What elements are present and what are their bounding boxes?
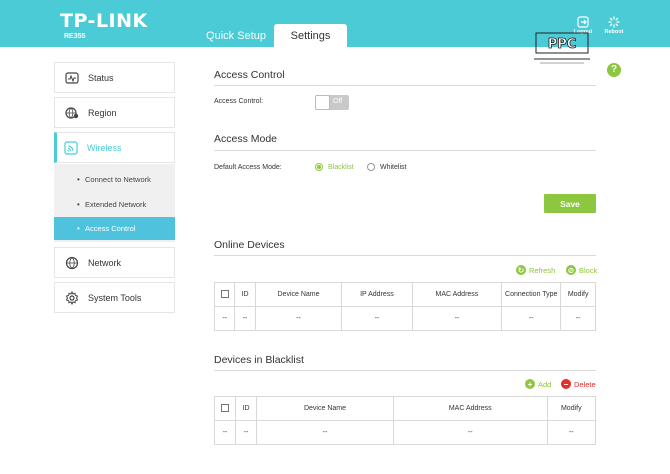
toggle-state: Off [333, 98, 343, 105]
select-all-cell[interactable] [213, 282, 236, 307]
help-icon[interactable]: ? [607, 63, 621, 77]
table-cell: -- [392, 420, 548, 445]
logout-icon [577, 16, 589, 28]
table-cell: -- [546, 420, 597, 445]
access-mode-title: Access Mode [214, 133, 278, 145]
gear-icon [65, 290, 79, 305]
select-all-cell[interactable] [213, 396, 237, 421]
radio-blacklist[interactable]: Blacklist [315, 163, 354, 171]
sidebar-item-network[interactable]: Network [54, 247, 175, 278]
select-all-checkbox[interactable] [220, 289, 229, 298]
purepc-watermark: PPC [534, 32, 590, 64]
refresh-icon: ↻ [516, 265, 526, 275]
access-control-label: Access Control: [214, 98, 264, 105]
radio-dot [315, 163, 323, 171]
default-access-mode-label: Default Access Mode: [214, 164, 282, 171]
divider [214, 370, 596, 371]
table-cell: -- [213, 306, 236, 331]
sidebar-item-label: Network [88, 257, 122, 268]
radio-whitelist[interactable]: Whitelist [367, 163, 406, 171]
refresh-button[interactable]: ↻ Refresh [516, 265, 555, 275]
reboot-button[interactable]: Reboot [597, 16, 631, 35]
sidebar-item-label: Region [88, 107, 117, 118]
column-header: Modify [546, 396, 597, 421]
reboot-label: Reboot [604, 29, 624, 35]
toggle-knob [315, 95, 330, 110]
table-cell: -- [213, 420, 237, 445]
pulse-icon [65, 71, 79, 85]
sidebar-item-system-tools[interactable]: System Tools [54, 282, 175, 313]
column-header: MAC Address [411, 282, 503, 307]
radio-label: Blacklist [328, 163, 354, 171]
table-cell: -- [234, 306, 256, 331]
reboot-icon [608, 16, 620, 28]
online-devices-table: ID Device Name IP Address MAC Address Co… [213, 282, 596, 331]
table-cell: -- [501, 306, 562, 331]
column-header: Device Name [256, 396, 394, 421]
blacklist-title: Devices in Blacklist [214, 354, 304, 366]
delete-label: Delete [574, 379, 596, 389]
divider [214, 255, 596, 256]
delete-icon: − [561, 379, 571, 389]
table-cell: -- [411, 306, 503, 331]
sidebar-item-label: Wireless [87, 142, 122, 153]
column-header: ID [234, 282, 256, 307]
table-header-row: ID Device Name IP Address MAC Address Co… [213, 282, 596, 307]
column-header: MAC Address [392, 396, 548, 421]
table-row: -- -- -- -- -- -- -- [213, 306, 596, 331]
column-header: IP Address [341, 282, 413, 307]
block-icon: ⊘ [566, 265, 576, 275]
add-button[interactable]: + Add [525, 379, 551, 389]
table-cell: -- [256, 420, 394, 445]
wifi-icon [64, 140, 78, 155]
sidebar-item-region[interactable]: Region [54, 97, 175, 128]
sidebar-item-wireless[interactable]: Wireless [54, 132, 175, 163]
svg-text:PPC: PPC [548, 37, 577, 52]
select-all-checkbox[interactable] [221, 403, 230, 412]
table-cell: -- [254, 306, 343, 331]
table-header-row: ID Device Name MAC Address Modify [213, 396, 597, 421]
divider [214, 150, 596, 151]
brand-logo: TP-LINK [60, 10, 148, 32]
delete-button[interactable]: − Delete [561, 379, 596, 389]
table-cell: -- [560, 306, 596, 331]
tab-quick-setup[interactable]: Quick Setup [198, 24, 274, 47]
sidebar-item-status[interactable]: Status [54, 62, 175, 93]
divider [214, 85, 596, 86]
tab-settings[interactable]: Settings [274, 24, 347, 47]
column-header: ID [235, 396, 258, 421]
sidebar-sub-extended-network[interactable]: Extended Network [54, 193, 175, 216]
table-row: -- -- -- -- -- [213, 420, 597, 445]
block-label: Block [579, 265, 598, 275]
sidebar-item-label: Status [88, 72, 114, 83]
save-button[interactable]: Save [544, 194, 596, 213]
add-label: Add [538, 379, 552, 389]
column-header: Modify [560, 282, 596, 307]
access-control-title: Access Control [214, 69, 285, 81]
sidebar-sub-connect-to-network[interactable]: Connect to Network [54, 168, 175, 191]
sidebar-sub-access-control[interactable]: Access Control [54, 217, 175, 240]
globe-pin-icon [65, 106, 79, 120]
column-header: Connection Type [501, 282, 562, 307]
refresh-label: Refresh [529, 265, 556, 275]
table-cell: -- [341, 306, 413, 331]
sidebar-item-label: System Tools [88, 292, 142, 303]
add-icon: + [525, 379, 535, 389]
radio-label: Whitelist [380, 163, 407, 171]
radio-dot [367, 163, 375, 171]
blacklist-table: ID Device Name MAC Address Modify -- -- … [213, 396, 597, 445]
online-devices-title: Online Devices [214, 239, 285, 251]
block-button[interactable]: ⊘ Block [566, 265, 597, 275]
model-name: RE355 [64, 33, 86, 40]
globe-icon [65, 256, 79, 270]
access-control-toggle[interactable]: Off [315, 95, 349, 110]
table-cell: -- [235, 420, 258, 445]
column-header: Device Name [254, 282, 343, 307]
